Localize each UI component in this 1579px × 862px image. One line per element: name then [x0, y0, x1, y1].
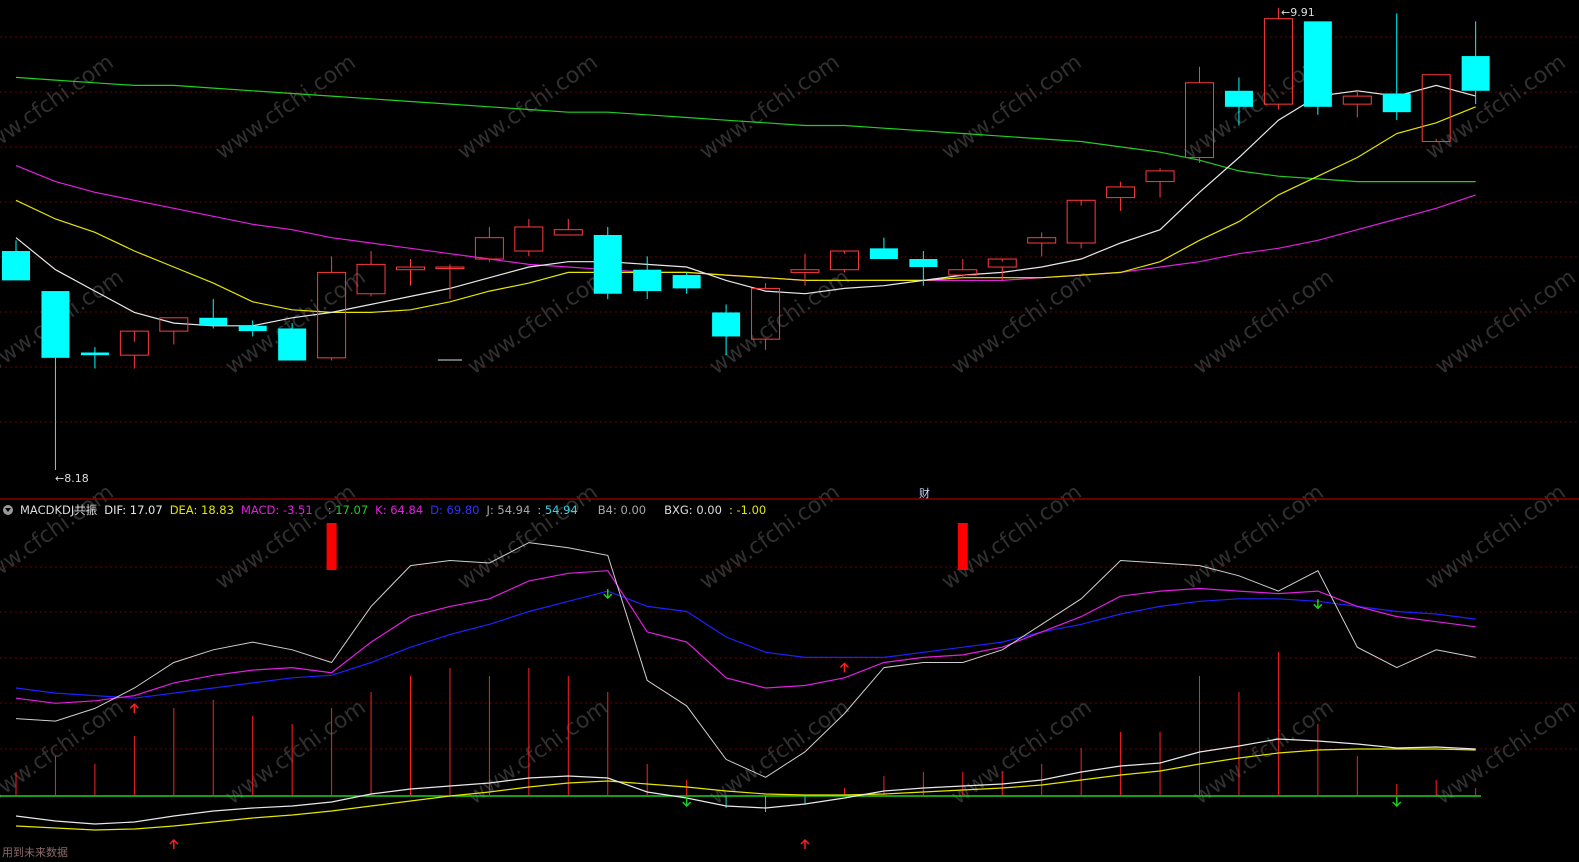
collapse-icon[interactable]: [3, 505, 13, 515]
watermark-text: www.cfchi.com: [947, 695, 1096, 810]
min-price-label: ←8.18: [55, 472, 89, 485]
d-value: D: 69.80: [430, 503, 480, 517]
candle-body-down: [633, 269, 662, 292]
ma-magenta-line: [15, 165, 1476, 281]
j-value: J: 54.94: [486, 503, 531, 517]
signal-bar: [326, 523, 337, 570]
candle-body-up: [1066, 199, 1096, 244]
candle-body-down: [278, 328, 307, 361]
signal-bar: [957, 523, 968, 570]
candle-body-up: [159, 317, 189, 332]
buy-arrow-icon: [839, 662, 849, 673]
candle-body-down: [199, 317, 228, 326]
watermark-text: www.cfchi.com: [1421, 480, 1570, 595]
unnamed2-value: : 54.94: [537, 503, 578, 517]
watermark-text: www.cfchi.com: [453, 480, 602, 595]
candle-body-down: [1303, 21, 1332, 107]
k-value: K: 64.84: [375, 503, 424, 517]
watermark-text: www.cfchi.com: [0, 50, 119, 165]
candle-body-up: [1106, 186, 1136, 199]
indicator-name[interactable]: MACDKDJ共振: [20, 502, 97, 518]
candle-body-up: [396, 266, 425, 271]
watermark-text: www.cfchi.com: [453, 50, 602, 165]
kdj-k-line: [15, 570, 1476, 704]
unnamed3-value: : -1.00: [728, 503, 767, 517]
min-price-value: 8.18: [64, 472, 89, 485]
indicator-legend: MACDKDJ共振 DIF: 17.07 DEA: 18.83 MACD: -3…: [0, 502, 773, 518]
candle-body-down: [41, 291, 70, 358]
kdj-d-line: [15, 590, 1476, 699]
watermark-text: www.cfchi.com: [1421, 50, 1570, 165]
max-arrow-icon: ←: [1281, 6, 1291, 19]
watermark-text: www.cfchi.com: [1431, 265, 1579, 380]
candle-body-down: [238, 325, 267, 332]
bxg-value: BXG: 0.00: [664, 503, 722, 517]
candle-body-up: [1145, 170, 1175, 183]
candle-body-down: [1461, 56, 1490, 91]
candle-body-up: [790, 269, 820, 273]
watermark-text: www.cfchi.com: [463, 265, 612, 380]
sell-arrow-icon: [1392, 797, 1402, 808]
dif-value: DIF: 17.07: [104, 503, 163, 517]
footer-note: 用到未来数据: [2, 846, 68, 859]
candle-body-down: [869, 248, 898, 260]
candle-body-down: [1224, 90, 1253, 107]
unnamed1-value: : 17.07: [327, 503, 369, 517]
candle-body-down: [593, 234, 622, 294]
buy-arrow-icon: [169, 838, 179, 849]
watermark-text: www.cfchi.com: [1189, 695, 1338, 810]
candle-body-down: [712, 312, 741, 337]
watermark-text: www.cfchi.com: [211, 480, 360, 595]
candle-body-up: [1027, 237, 1057, 244]
watermark-text: www.cfchi.com: [221, 265, 370, 380]
candle-body-up: [1342, 95, 1372, 105]
watermark-text: www.cfchi.com: [947, 265, 1096, 380]
b4-value: B4: 0.00: [597, 503, 647, 517]
watermark-text: www.cfchi.com: [695, 50, 844, 165]
buy-arrow-icon: [800, 838, 810, 849]
candle-body-up: [553, 229, 583, 236]
max-price-label: ←9.91: [1281, 6, 1315, 19]
candle-body-down: [909, 259, 938, 268]
watermark-text: www.cfchi.com: [0, 695, 129, 810]
candle-body-down: [672, 275, 701, 289]
watermark-text: www.cfchi.com: [1179, 480, 1328, 595]
sell-arrow-icon: [603, 589, 613, 600]
price-panel[interactable]: [2, 8, 1490, 470]
min-arrow-icon: ←: [55, 472, 65, 485]
dea-value: DEA: 18.83: [169, 503, 234, 517]
candle-body-up: [514, 226, 544, 252]
watermark-text: www.cfchi.com: [937, 50, 1086, 165]
watermark-text: www.cfchi.com: [695, 480, 844, 595]
watermark-text: www.cfchi.com: [1431, 695, 1579, 810]
watermark-text: www.cfchi.com: [705, 695, 854, 810]
buy-arrow-icon: [129, 703, 139, 714]
candle-body-down: [80, 352, 109, 356]
watermark-text: www.cfchi.com: [211, 50, 360, 165]
candle-body-down: [2, 251, 30, 281]
max-price-value: 9.91: [1290, 6, 1315, 19]
watermark-text: www.cfchi.com: [1189, 265, 1338, 380]
watermark-text: www.cfchi.com: [0, 480, 119, 595]
candle-body-up: [474, 237, 504, 260]
watermark-text: www.cfchi.com: [221, 695, 370, 810]
candle-body-down: [1382, 93, 1411, 113]
candle-body-up: [829, 250, 859, 271]
stock-chart[interactable]: www.cfchi.com www.cfchi.com www.cfchi.com w…: [0, 0, 1579, 862]
macd-value: MACD: -3.51: [240, 503, 313, 517]
finance-marker[interactable]: 财: [919, 485, 930, 501]
watermark-layer: www.cfchi.com www.cfchi.com www.cfchi.com w…: [0, 50, 1579, 810]
